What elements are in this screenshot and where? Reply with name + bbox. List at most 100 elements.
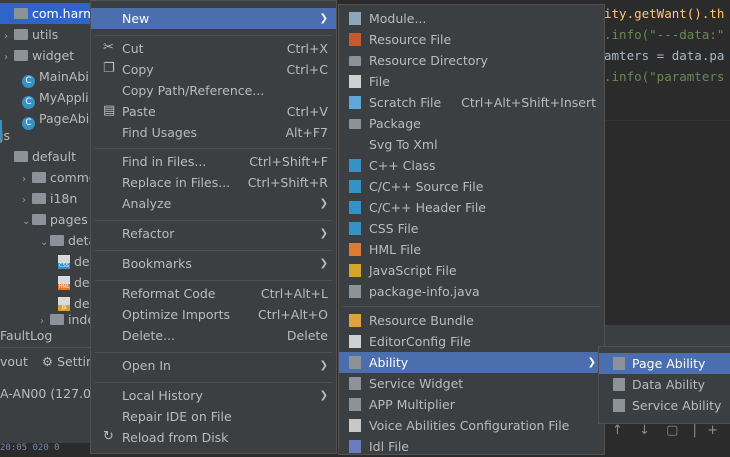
tree-item[interactable]: js: [0, 125, 100, 146]
shortcut-label: Ctrl+X: [286, 41, 328, 56]
chevron-right-icon[interactable]: ›: [22, 169, 32, 190]
new-menu-item-css-file[interactable]: CSS File: [339, 218, 604, 239]
code-line[interactable]: .info("---data:": [604, 24, 724, 45]
widget-icon: [349, 377, 361, 390]
menu-separator: [95, 280, 332, 281]
new-menu-item-svg-to-xml[interactable]: Svg To Xml: [339, 134, 604, 155]
ability-menu-item-data-ability[interactable]: Data Ability: [599, 374, 730, 395]
context-menu-item-analyze[interactable]: Analyze ❯: [91, 193, 336, 214]
context-menu-item-local-history[interactable]: Local History ❯: [91, 385, 336, 406]
folder-icon: [349, 56, 361, 66]
chevron-right-icon[interactable]: ›: [4, 26, 14, 47]
context-menu-item-refactor[interactable]: Refactor ❯: [91, 223, 336, 244]
menu-item-label: New: [122, 11, 150, 26]
context-menu-item-optimize-imports[interactable]: Optimize Imports Ctrl+Alt+O: [91, 304, 336, 325]
toolbar-row: vout ⚙ Settin: [0, 352, 94, 372]
menu-item-label: Repair IDE on File: [122, 409, 232, 424]
ability-menu-item-service-ability[interactable]: Service Ability: [599, 395, 730, 416]
context-menu-item-repair-ide-on-file[interactable]: Repair IDE on File: [91, 406, 336, 427]
folder-icon: [32, 193, 46, 204]
new-menu-item-package-info-java[interactable]: package-info.java: [339, 281, 604, 302]
folder-icon: [14, 8, 28, 19]
new-menu-item-resource-directory[interactable]: Resource Directory: [339, 50, 604, 71]
context-menu-item-replace-in-files[interactable]: Replace in Files... Ctrl+Shift+R: [91, 172, 336, 193]
shortcut-label: Alt+F7: [285, 125, 328, 140]
new-menu-item-scratch-file[interactable]: Scratch File Ctrl+Alt+Shift+Insert: [339, 92, 604, 113]
menu-item-label: Service Ability: [632, 398, 722, 413]
new-menu-item-hml-file[interactable]: HML File: [339, 239, 604, 260]
menu-item-label: Cut: [122, 41, 144, 56]
new-menu-item-javascript-file[interactable]: JavaScript File: [339, 260, 604, 281]
code-line[interactable]: .info("paramters: [604, 66, 724, 87]
new-submenu: Module... Resource File Resource Directory…: [338, 4, 605, 455]
new-menu-item-app-multiplier[interactable]: APP Multiplier: [339, 394, 604, 415]
new-menu-item-c-c-source-file[interactable]: C/C++ Source File: [339, 176, 604, 197]
gutter-marker: [0, 120, 2, 141]
arrow-up-icon[interactable]: ↑: [612, 423, 623, 438]
chevron-right-icon[interactable]: ›: [4, 47, 14, 68]
menu-item-label: Service Widget: [369, 376, 464, 391]
menu-item-label: File: [369, 74, 390, 89]
context-menu-item-new[interactable]: New ❯: [91, 8, 336, 29]
new-menu-item-editorconfig-file[interactable]: EditorConfig File: [339, 331, 604, 352]
new-menu-item-voice-abilities-configuration-file[interactable]: Voice Abilities Configuration File: [339, 415, 604, 436]
context-menu-item-delete[interactable]: Delete... Delete: [91, 325, 336, 346]
new-menu-item-service-widget[interactable]: Service Widget: [339, 373, 604, 394]
device-selector[interactable]: A-AN00 (127.0.0: [0, 383, 103, 405]
code-line[interactable]: ity.getWant().th: [604, 3, 724, 24]
menu-separator: [95, 382, 332, 383]
menu-item-label: APP Multiplier: [369, 397, 455, 412]
chevron-right-icon[interactable]: ›: [22, 190, 32, 211]
code-line[interactable]: amters = data.pa: [604, 45, 724, 66]
new-menu-item-c-class[interactable]: C++ Class: [339, 155, 604, 176]
menu-item-label: CSS File: [369, 221, 419, 236]
context-menu-item-reload-from-disk[interactable]: ↻ Reload from Disk: [91, 427, 336, 448]
menu-separator: [95, 250, 332, 251]
new-menu-item-resource-bundle[interactable]: Resource Bundle: [339, 310, 604, 331]
ability-menu-item-page-ability[interactable]: Page Ability: [599, 353, 730, 374]
context-menu-item-open-in[interactable]: Open In ❯: [91, 355, 336, 376]
context-menu-item-copy-path-reference[interactable]: Copy Path/Reference...: [91, 80, 336, 101]
new-menu-item-resource-file[interactable]: Resource File: [339, 29, 604, 50]
file-icon: [349, 75, 361, 88]
layout-label: vout: [0, 354, 28, 369]
tree-item[interactable]: default: [0, 146, 104, 167]
context-menu: New ❯ ✂ Cut Ctrl+X ❐ Copy Ctrl+C Copy Path/Refer…: [90, 0, 337, 454]
new-menu-item-package[interactable]: Package: [339, 113, 604, 134]
chevron-right-icon: ❯: [319, 228, 328, 239]
new-menu-item-file[interactable]: File: [339, 71, 604, 92]
code-editor[interactable]: ity.getWant().th .info("---data:" amters =…: [604, 0, 730, 120]
menu-item-label: Find in Files...: [122, 154, 207, 169]
context-menu-item-paste[interactable]: ▤ Paste Ctrl+V: [91, 101, 336, 122]
context-menu-item-copy[interactable]: ❐ Copy Ctrl+C: [91, 59, 336, 80]
tree-item[interactable]: › utils: [0, 24, 104, 45]
chevron-down-icon[interactable]: ⌄: [40, 232, 50, 253]
settings-label[interactable]: Settin: [57, 354, 94, 369]
restore-icon[interactable]: ▢: [666, 423, 678, 438]
new-menu-item-ability[interactable]: Ability ❯: [339, 352, 604, 373]
context-menu-item-find-in-files[interactable]: Find in Files... Ctrl+Shift+F: [91, 151, 336, 172]
new-menu-item-c-c-header-file[interactable]: C/C++ Header File: [339, 197, 604, 218]
context-menu-item-cut[interactable]: ✂ Cut Ctrl+X: [91, 38, 336, 59]
folder-icon: [32, 172, 46, 183]
menu-item-label: Copy: [122, 62, 154, 77]
new-menu-item-module[interactable]: Module...: [339, 8, 604, 29]
shortcut-label: Ctrl+Alt+L: [260, 286, 328, 301]
log-line: 20:05 020 0: [0, 443, 100, 453]
new-menu-item-idl-file[interactable]: Idl File: [339, 436, 604, 457]
gear-icon[interactable]: ⚙: [42, 354, 53, 369]
menu-item-label: Module...: [369, 11, 427, 26]
context-menu-item-find-usages[interactable]: Find Usages Alt+F7: [91, 122, 336, 143]
tree-item[interactable]: › widget: [0, 45, 104, 66]
chevron-right-icon: ❯: [587, 357, 596, 368]
ability-icon: [349, 356, 361, 369]
chevron-down-icon[interactable]: ⌄: [22, 211, 32, 232]
context-menu-item-bookmarks[interactable]: Bookmarks ❯: [91, 253, 336, 274]
tree-item[interactable]: com.harmo: [0, 3, 104, 24]
add-filter-icon[interactable]: +: [707, 423, 718, 438]
context-menu-item-reformat-code[interactable]: Reformat Code Ctrl+Alt+L: [91, 283, 336, 304]
arrow-down-icon[interactable]: ↓: [639, 423, 650, 438]
menu-item-label: C++ Class: [369, 158, 436, 173]
js-file-icon: [349, 264, 361, 277]
faultlog-tab[interactable]: FaultLog: [0, 325, 100, 347]
